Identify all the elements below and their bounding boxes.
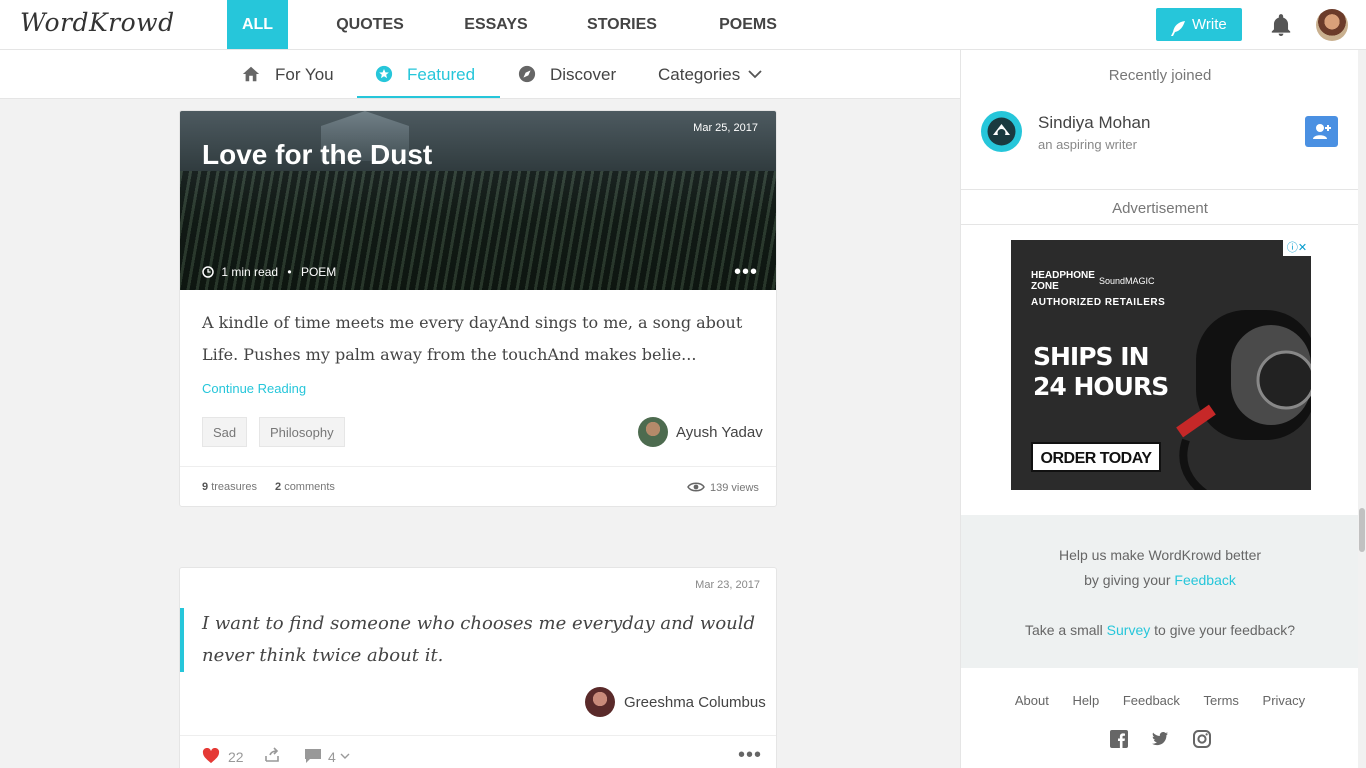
meta-separator: • <box>287 265 292 279</box>
ad-tagline: AUTHORIZED RETAILERS <box>1031 297 1166 308</box>
category-tab-all[interactable]: ALL <box>227 0 288 49</box>
subnav-tab-discover[interactable]: Discover <box>518 50 616 98</box>
category-tab-stories[interactable]: STORIES <box>572 0 672 49</box>
footer-link-terms[interactable]: Terms <box>1204 693 1239 708</box>
recent-user-name[interactable]: Sindiya Mohan <box>1038 113 1150 133</box>
category-tab-essays[interactable]: ESSAYS <box>450 0 542 49</box>
follow-user-button[interactable] <box>1305 116 1338 147</box>
poem-card-footer: 9 treasures 2 comments 139 views <box>180 466 776 506</box>
author-avatar[interactable] <box>638 417 668 447</box>
ad-headline: SHIPS IN 24 HOURS <box>1033 342 1169 401</box>
compass-icon <box>518 65 536 83</box>
recently-joined-title: Recently joined <box>1108 67 1212 84</box>
page-scrollbar[interactable] <box>1358 50 1366 768</box>
poem-card[interactable]: Love for the Dust Mar 25, 2017 1 min rea… <box>179 110 777 507</box>
right-sidebar: Recently joined Sindiya Mohan an aspirin… <box>960 50 1359 768</box>
footer-links: About Help Feedback Terms Privacy <box>961 693 1359 708</box>
advertisement-header: Advertisement <box>961 189 1359 225</box>
chevron-down-icon <box>748 70 762 79</box>
feedback-line1: Help us make WordKrowd better <box>1058 547 1262 563</box>
views-count: 139 views <box>710 482 759 494</box>
feedback-panel: Help us make WordKrowd better by giving … <box>961 515 1359 668</box>
write-button[interactable]: Write <box>1156 8 1242 41</box>
poem-hero-image[interactable]: Love for the Dust Mar 25, 2017 1 min rea… <box>180 111 776 290</box>
subnav-tab-label: Discover <box>550 65 617 84</box>
clock-icon <box>202 266 214 278</box>
subnav-tab-categories[interactable]: Categories <box>658 50 762 98</box>
footer-link-about[interactable]: About <box>1015 693 1049 708</box>
eye-icon <box>687 482 705 492</box>
quote-author-avatar[interactable] <box>585 687 615 717</box>
feather-icon <box>1170 16 1186 49</box>
poem-date: Mar 25, 2017 <box>693 122 758 134</box>
instagram-icon[interactable] <box>1193 730 1211 748</box>
comment-icon[interactable] <box>304 748 322 764</box>
top-navbar: WordKrowd ALL QUOTES ESSAYS STORIES POEM… <box>0 0 1366 50</box>
quote-card[interactable]: Mar 23, 2017 I want to find someone who … <box>179 567 777 768</box>
quote-author-name[interactable]: Greeshma Columbus <box>624 694 766 711</box>
feedback-line2: by giving your Feedback <box>1084 572 1236 588</box>
poem-meta: 1 min read • POEM <box>202 265 336 279</box>
read-time: 1 min read <box>221 265 279 279</box>
footer-link-privacy[interactable]: Privacy <box>1263 693 1306 708</box>
wordkrowd-logo[interactable]: WordKrowd <box>20 8 175 37</box>
footer-link-feedback[interactable]: Feedback <box>1123 693 1180 708</box>
feedback-link[interactable]: Feedback <box>1174 572 1235 588</box>
ad-order-button[interactable]: ORDER TODAY <box>1031 442 1161 472</box>
feed-subnav: For You Featured Discover Categories <box>0 50 960 99</box>
comments-count[interactable]: 2 comments <box>275 481 335 493</box>
poem-more-options-icon[interactable]: ••• <box>734 262 758 282</box>
write-button-label: Write <box>1192 16 1227 33</box>
subnav-tab-label: For You <box>275 65 334 84</box>
subnav-tab-featured[interactable]: Featured <box>357 50 500 98</box>
treasures-count[interactable]: 9 treasures <box>202 481 257 493</box>
share-icon[interactable] <box>264 747 280 763</box>
likes-count: 22 <box>228 749 244 765</box>
user-avatar[interactable] <box>1316 9 1348 41</box>
facebook-icon[interactable] <box>1110 730 1128 748</box>
star-icon <box>375 65 393 83</box>
ad-close-icon[interactable]: ⓘ✕ <box>1283 240 1311 256</box>
bell-icon[interactable] <box>1268 12 1294 43</box>
scrollbar-thumb[interactable] <box>1359 508 1365 552</box>
survey-link[interactable]: Survey <box>1107 622 1151 638</box>
earphone-image <box>1176 310 1311 490</box>
quote-date: Mar 23, 2017 <box>695 579 760 591</box>
quote-more-options-icon[interactable]: ••• <box>738 745 762 765</box>
subnav-tab-for-you[interactable]: For You <box>242 50 334 98</box>
advertisement-title: Advertisement <box>1112 200 1208 217</box>
recent-user-subtitle: an aspiring writer <box>1038 137 1137 152</box>
tag-sad[interactable]: Sad <box>202 417 248 447</box>
subnav-tab-label: Categories <box>658 65 741 84</box>
quote-actions: 22 4 ••• <box>180 735 776 768</box>
chevron-down-icon[interactable] <box>340 753 350 760</box>
advertisement-banner[interactable]: ⓘ✕ HEADPHONE ZONE SoundMAGIC AUTHORIZED … <box>1011 240 1311 490</box>
poem-title[interactable]: Love for the Dust <box>202 139 432 171</box>
heart-icon[interactable] <box>202 748 220 764</box>
category-tab-poems[interactable]: POEMS <box>702 0 794 49</box>
ad-brand-soundmagic: SoundMAGIC <box>1099 276 1155 286</box>
quote-comments-count[interactable]: 4 <box>328 749 336 765</box>
footer-link-help[interactable]: Help <box>1072 693 1099 708</box>
add-user-icon <box>1313 124 1331 139</box>
post-type: POEM <box>300 265 337 279</box>
home-icon <box>242 66 260 82</box>
author-name[interactable]: Ayush Yadav <box>676 424 763 441</box>
continue-reading-link[interactable]: Continue Reading <box>202 381 306 396</box>
subnav-tab-label: Featured <box>407 65 476 84</box>
quote-text[interactable]: I want to find someone who chooses me ev… <box>180 608 760 672</box>
poem-excerpt: A kindle of time meets me every dayAnd s… <box>202 313 743 364</box>
survey-line: Take a small Survey to give your feedbac… <box>1024 622 1296 638</box>
tag-philosophy[interactable]: Philosophy <box>259 417 345 447</box>
twitter-icon[interactable] <box>1151 730 1169 748</box>
category-tab-quotes[interactable]: QUOTES <box>320 0 420 49</box>
recent-user-avatar[interactable] <box>981 111 1022 152</box>
ad-brand-headphone-zone: HEADPHONE ZONE <box>1031 270 1095 292</box>
